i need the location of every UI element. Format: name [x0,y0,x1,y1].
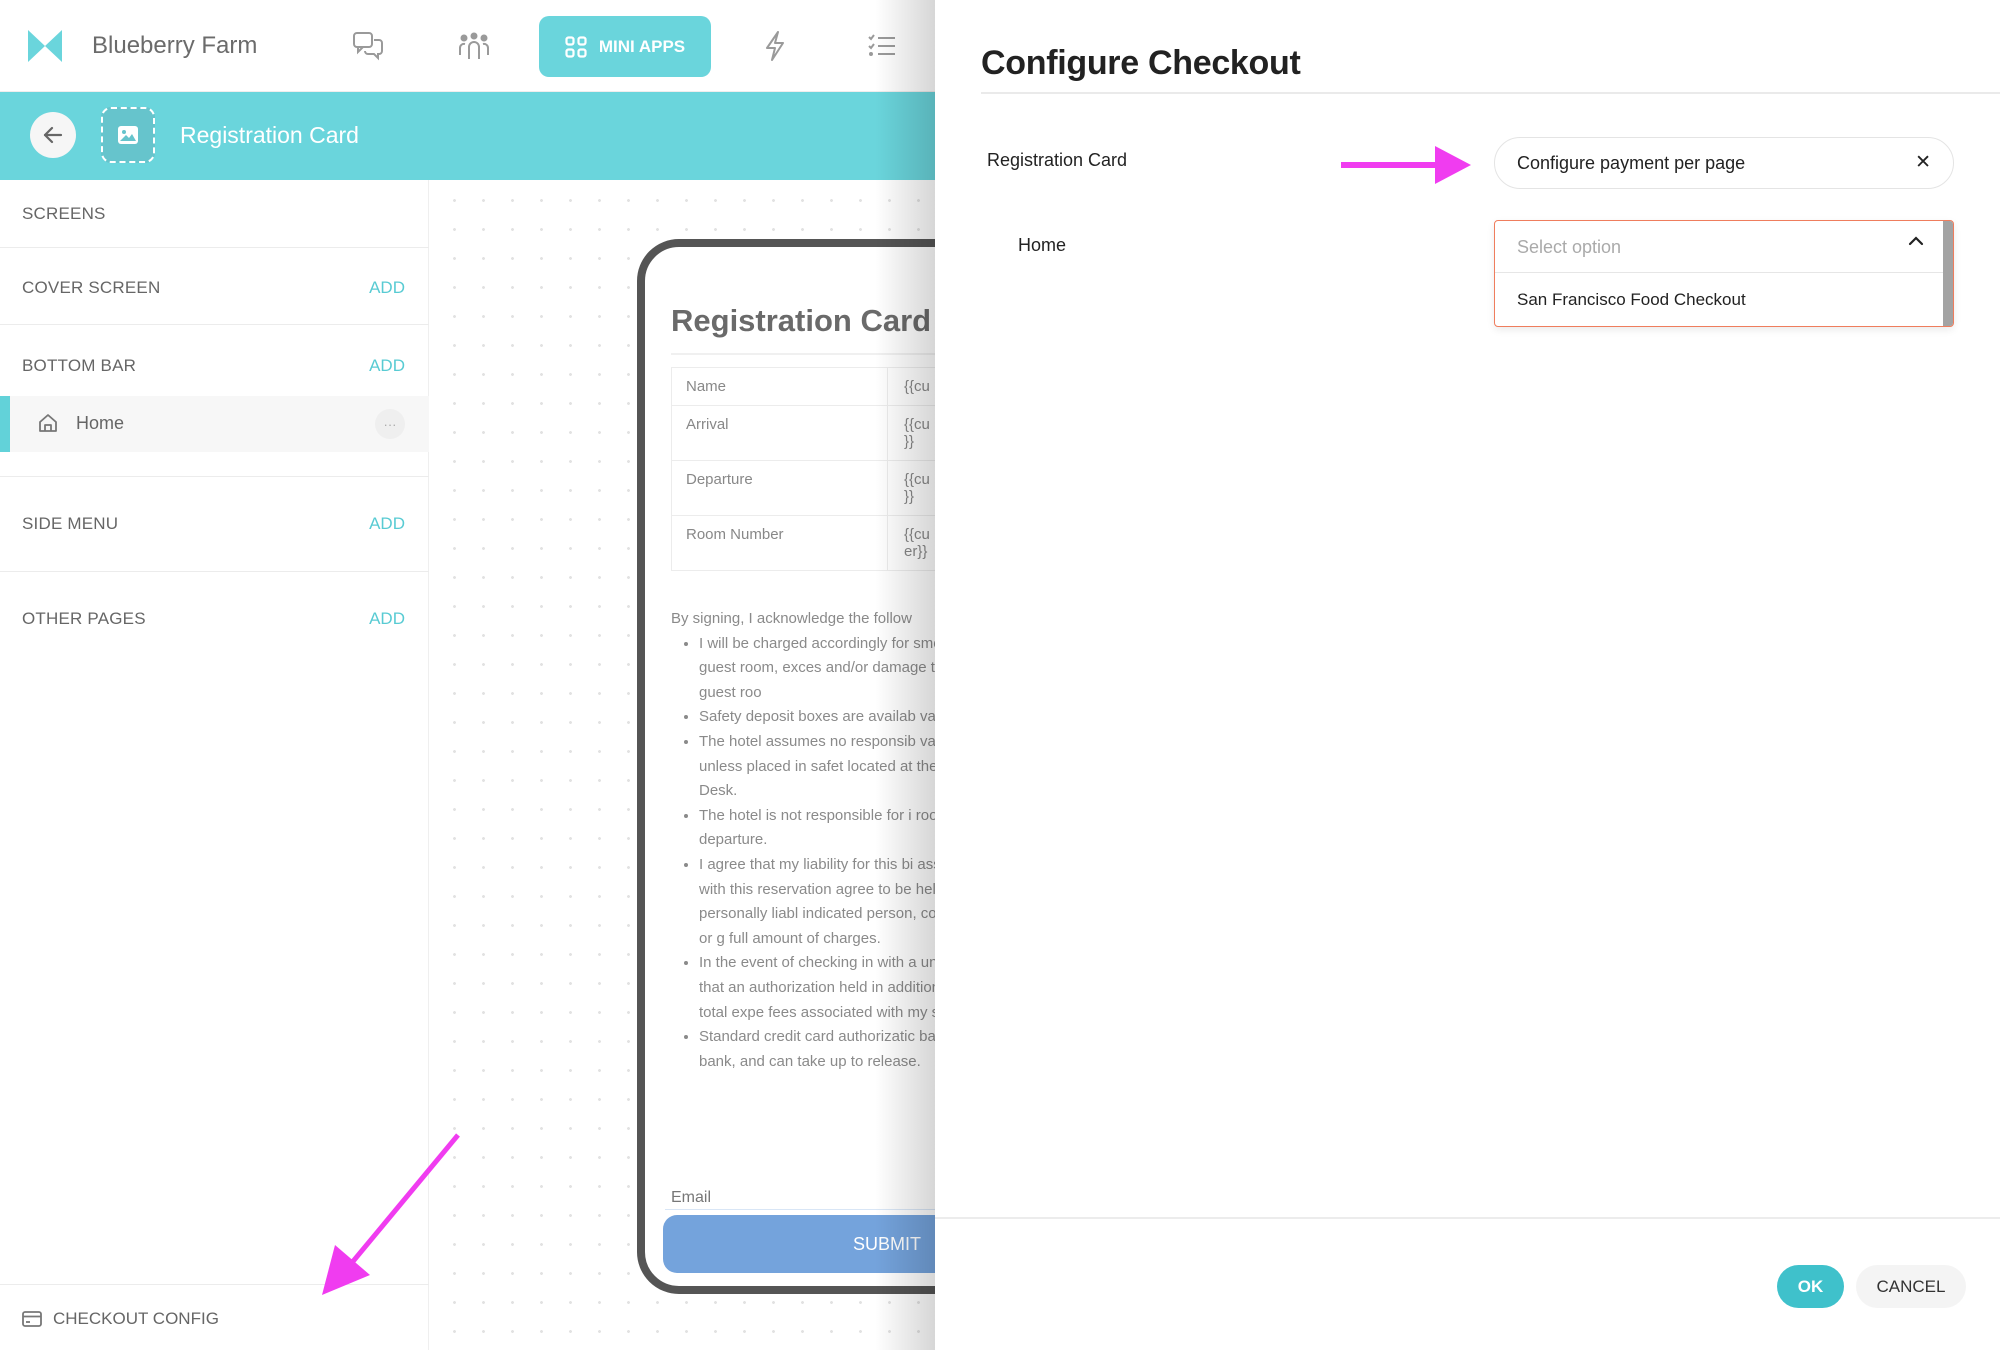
table-key: Arrival [671,405,888,461]
title-divider [981,92,2000,94]
email-label: Email [671,1189,712,1206]
sidebar-item-home[interactable]: Home ··· [0,396,429,452]
workspace-name[interactable]: Blueberry Farm [92,32,257,60]
row-label-home: Home [1018,235,1067,255]
nav-mini-apps-label: MINI APPS [598,36,686,56]
dropdown-trigger[interactable]: Select option [1495,221,1943,273]
home-checkout-dropdown[interactable]: Select option San Francisco Food Checkou… [1494,220,1954,327]
screens-sidebar: SCREENS COVER SCREEN ADD BOTTOM BAR ADD … [0,180,429,1350]
table-key: Room Number [671,515,888,571]
nav-mini-apps-tab[interactable]: MINI APPS [539,16,711,77]
section-label: SIDE MENU [22,514,119,533]
chat-icon [353,32,383,61]
credit-card-icon [22,1311,42,1327]
top-navigation-bar: Blueberry Farm MINI APPS [0,0,935,92]
chevron-up-icon [1908,236,1924,246]
add-bottom-bar-button[interactable]: ADD [369,356,405,376]
checklist-icon [868,34,895,56]
dropdown-option[interactable]: San Francisco Food Checkout [1495,273,1943,326]
checkout-config-button[interactable]: CHECKOUT CONFIG [0,1284,429,1350]
more-options-button[interactable]: ··· [375,409,405,439]
table-key: Name [671,367,888,406]
cancel-button[interactable]: CANCEL [1856,1265,1966,1308]
people-icon [459,32,489,59]
table-key: Departure [671,460,888,516]
checkout-config-label: CHECKOUT CONFIG [53,1309,219,1328]
nav-people-button[interactable] [456,28,492,64]
page-title: Registration Card [180,122,359,148]
screens-header: SCREENS [0,180,429,248]
nav-messages-button[interactable] [350,28,386,64]
sidebar-item-label: Home [76,413,125,433]
section-label: COVER SCREEN [22,278,161,297]
ok-button[interactable]: OK [1777,1265,1844,1308]
dialog-title: Configure Checkout [981,44,1301,82]
preview-title: Registration Card [671,303,932,338]
configure-checkout-dialog: Configure Checkout Registration Card Con… [935,0,2000,1350]
add-cover-screen-button[interactable]: ADD [369,278,405,298]
sidebar-section-other-pages: OTHER PAGES ADD [0,572,429,668]
clear-icon[interactable]: ✕ [1915,151,1931,174]
dropdown-scrollbar[interactable] [1943,221,1953,326]
add-side-menu-button[interactable]: ADD [369,514,405,534]
grid-icon [565,35,587,58]
active-indicator [0,396,10,452]
sidebar-section-side-menu: SIDE MENU ADD [0,477,429,572]
back-button[interactable] [30,112,76,158]
home-icon [39,414,57,432]
footer-divider [935,1217,2000,1219]
add-other-pages-button[interactable]: ADD [369,609,405,629]
nav-tasks-button[interactable] [864,28,900,64]
nav-automations-button[interactable] [757,28,793,64]
sidebar-section-cover-screen: COVER SCREEN ADD [0,248,429,325]
payment-mode-value: Configure payment per page [1517,152,1746,173]
arrow-left-icon [43,126,63,144]
page-icon-upload[interactable] [101,107,155,163]
payment-mode-select[interactable]: Configure payment per page ✕ [1494,137,1954,189]
screens-title: SCREENS [22,204,106,223]
page-header-bar: Registration Card [0,92,935,180]
image-icon [118,126,138,144]
dropdown-placeholder: Select option [1517,237,1622,257]
lightning-icon [766,31,784,61]
row-label-registration-card: Registration Card [987,150,1128,170]
section-label: OTHER PAGES [22,609,146,628]
app-logo-icon [28,30,62,62]
section-label: BOTTOM BAR [22,356,137,375]
